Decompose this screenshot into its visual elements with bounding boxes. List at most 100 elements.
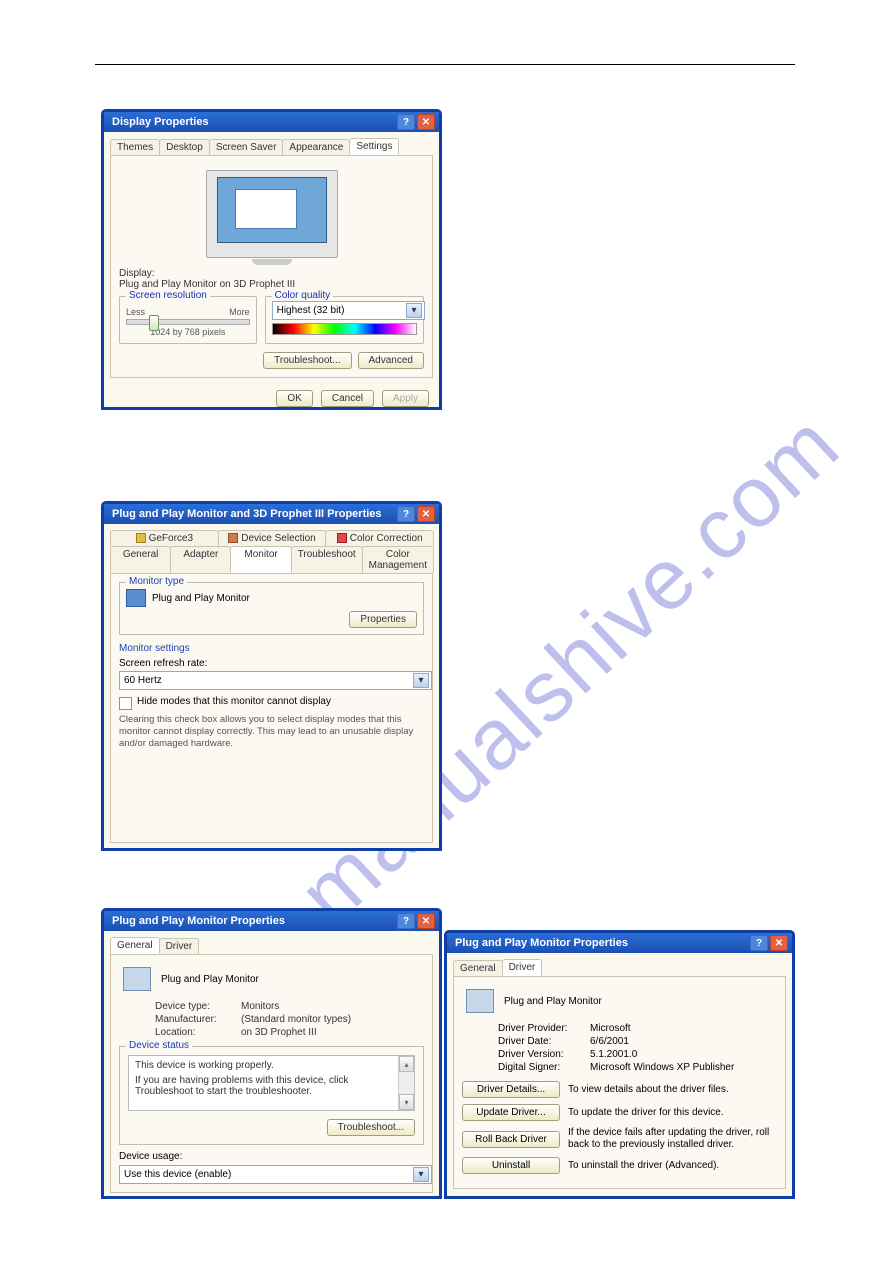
troubleshoot-button[interactable]: Troubleshoot... (327, 1119, 415, 1136)
monitor-properties-general-dialog: Plug and Play Monitor Properties ? ✕ Gen… (102, 909, 441, 1198)
location-label: Location: (155, 1027, 231, 1038)
chevron-down-icon[interactable]: ▾ (413, 673, 429, 688)
chevron-down-icon[interactable]: ▾ (413, 1167, 429, 1182)
scroll-up-icon[interactable]: ▴ (399, 1056, 414, 1072)
scrollbar[interactable]: ▴ ▾ (398, 1056, 414, 1110)
roll-back-driver-button[interactable]: Roll Back Driver (462, 1131, 560, 1148)
header-text: Plug and Play Monitor (504, 996, 602, 1007)
settings-panel: Display: Plug and Play Monitor on 3D Pro… (110, 155, 433, 378)
tab-row: General Driver (104, 931, 439, 954)
color-quality-group: Color quality Highest (32 bit) ▾ (265, 296, 424, 344)
titlebar[interactable]: Plug and Play Monitor Properties ? ✕ (104, 911, 439, 931)
close-button[interactable]: ✕ (417, 913, 435, 929)
cancel-button[interactable]: Cancel (321, 390, 374, 407)
tab-device-selection[interactable]: Device Selection (218, 530, 327, 546)
driver-version-label: Driver Version: (498, 1049, 580, 1060)
tab-driver[interactable]: Driver (502, 959, 543, 976)
location-value: on 3D Prophet III (241, 1027, 317, 1038)
driver-panel: Plug and Play Monitor Driver Provider: Mi… (453, 976, 786, 1189)
titlebar[interactable]: Display Properties ? ✕ (104, 112, 439, 132)
manufacturer-label: Manufacturer: (155, 1014, 231, 1025)
help-button[interactable]: ? (397, 506, 415, 522)
tab-adapter[interactable]: Adapter (170, 546, 231, 573)
tab-settings[interactable]: Settings (349, 138, 399, 155)
title-text: Plug and Play Monitor Properties (455, 937, 628, 949)
refresh-rate-select[interactable]: 60 Hertz ▾ (119, 671, 432, 690)
status-line-2: If you are having problems with this dev… (135, 1075, 408, 1097)
device-status-legend: Device status (126, 1040, 192, 1051)
tab-desktop[interactable]: Desktop (159, 139, 210, 155)
tab-appearance[interactable]: Appearance (282, 139, 350, 155)
titlebar[interactable]: Plug and Play Monitor Properties ? ✕ (447, 933, 792, 953)
scroll-down-icon[interactable]: ▾ (399, 1094, 414, 1110)
tab-general[interactable]: General (110, 937, 160, 954)
help-button[interactable]: ? (750, 935, 768, 951)
titlebar[interactable]: Plug and Play Monitor and 3D Prophet III… (104, 504, 439, 524)
tab-troubleshoot[interactable]: Troubleshoot (291, 546, 363, 573)
resolution-slider[interactable] (126, 319, 250, 325)
color-icon (337, 533, 347, 543)
properties-button[interactable]: Properties (349, 611, 417, 628)
monitor-panel: Monitor type Plug and Play Monitor Prope… (110, 573, 433, 843)
advanced-button[interactable]: Advanced (358, 352, 424, 369)
monitor-settings-legend: Monitor settings (119, 643, 424, 654)
uninstall-desc: To uninstall the driver (Advanced). (568, 1160, 777, 1172)
close-button[interactable]: ✕ (770, 935, 788, 951)
ok-button[interactable]: OK (276, 390, 312, 407)
driver-date-label: Driver Date: (498, 1036, 580, 1047)
driver-details-button[interactable]: Driver Details... (462, 1081, 560, 1098)
tab-rows: GeForce3 Device Selection Color Correcti… (104, 524, 439, 573)
tab-row: General Driver (447, 953, 792, 976)
help-button[interactable]: ? (397, 913, 415, 929)
device-type-label: Device type: (155, 1001, 231, 1012)
tab-color-management[interactable]: Color Management (362, 546, 434, 573)
tab-driver[interactable]: Driver (159, 938, 200, 954)
screen-resolution-group: Screen resolution Less More 1024 by 768 … (119, 296, 257, 344)
hide-modes-hint: Clearing this check box allows you to se… (119, 714, 424, 750)
tab-themes[interactable]: Themes (110, 139, 160, 155)
device-status-group: Device status This device is working pro… (119, 1046, 424, 1145)
hide-modes-checkbox[interactable] (119, 697, 132, 710)
display-value: Plug and Play Monitor on 3D Prophet III (119, 279, 424, 290)
chevron-down-icon[interactable]: ▾ (406, 303, 422, 318)
device-usage-value: Use this device (enable) (124, 1169, 231, 1180)
apply-button[interactable]: Apply (382, 390, 429, 407)
slider-thumb-icon[interactable] (149, 315, 159, 331)
title-text: Plug and Play Monitor Properties (112, 915, 285, 927)
monitor-icon (466, 989, 494, 1013)
tab-monitor[interactable]: Monitor (230, 546, 291, 573)
display-properties-dialog: Display Properties ? ✕ Themes Desktop Sc… (102, 110, 441, 409)
close-button[interactable]: ✕ (417, 506, 435, 522)
tab-general[interactable]: General (453, 960, 503, 976)
close-button[interactable]: ✕ (417, 114, 435, 130)
digital-signer-value: Microsoft Windows XP Publisher (590, 1062, 734, 1073)
driver-provider-label: Driver Provider: (498, 1023, 580, 1034)
monitor-type-legend: Monitor type (126, 576, 187, 587)
color-quality-select[interactable]: Highest (32 bit) ▾ (272, 301, 425, 320)
tab-row: Themes Desktop Screen Saver Appearance S… (104, 132, 439, 155)
monitor-properties-driver-dialog: Plug and Play Monitor Properties ? ✕ Gen… (445, 931, 794, 1198)
driver-provider-value: Microsoft (590, 1023, 631, 1034)
troubleshoot-button[interactable]: Troubleshoot... (263, 352, 351, 369)
refresh-rate-label: Screen refresh rate: (119, 658, 424, 669)
screen-resolution-legend: Screen resolution (126, 290, 210, 301)
monitor-icon (126, 589, 146, 607)
device-type-value: Monitors (241, 1001, 279, 1012)
digital-signer-label: Digital Signer: (498, 1062, 580, 1073)
header-text: Plug and Play Monitor (161, 974, 259, 985)
tab-screen-saver[interactable]: Screen Saver (209, 139, 284, 155)
tab-general[interactable]: General (110, 546, 171, 573)
title-text: Plug and Play Monitor and 3D Prophet III… (112, 508, 382, 520)
monitor-advanced-properties-dialog: Plug and Play Monitor and 3D Prophet III… (102, 502, 441, 850)
device-icon (228, 533, 238, 543)
uninstall-button[interactable]: Uninstall (462, 1157, 560, 1174)
tab-color-correction[interactable]: Color Correction (325, 530, 434, 546)
update-driver-button[interactable]: Update Driver... (462, 1104, 560, 1121)
help-button[interactable]: ? (397, 114, 415, 130)
slider-more-label: More (229, 307, 250, 317)
device-usage-label: Device usage: (119, 1151, 424, 1162)
device-usage-select[interactable]: Use this device (enable) ▾ (119, 1165, 432, 1184)
tab-geforce3[interactable]: GeForce3 (110, 530, 219, 546)
device-status-box: This device is working properly. If you … (128, 1055, 415, 1111)
color-spectrum-icon (272, 323, 417, 335)
